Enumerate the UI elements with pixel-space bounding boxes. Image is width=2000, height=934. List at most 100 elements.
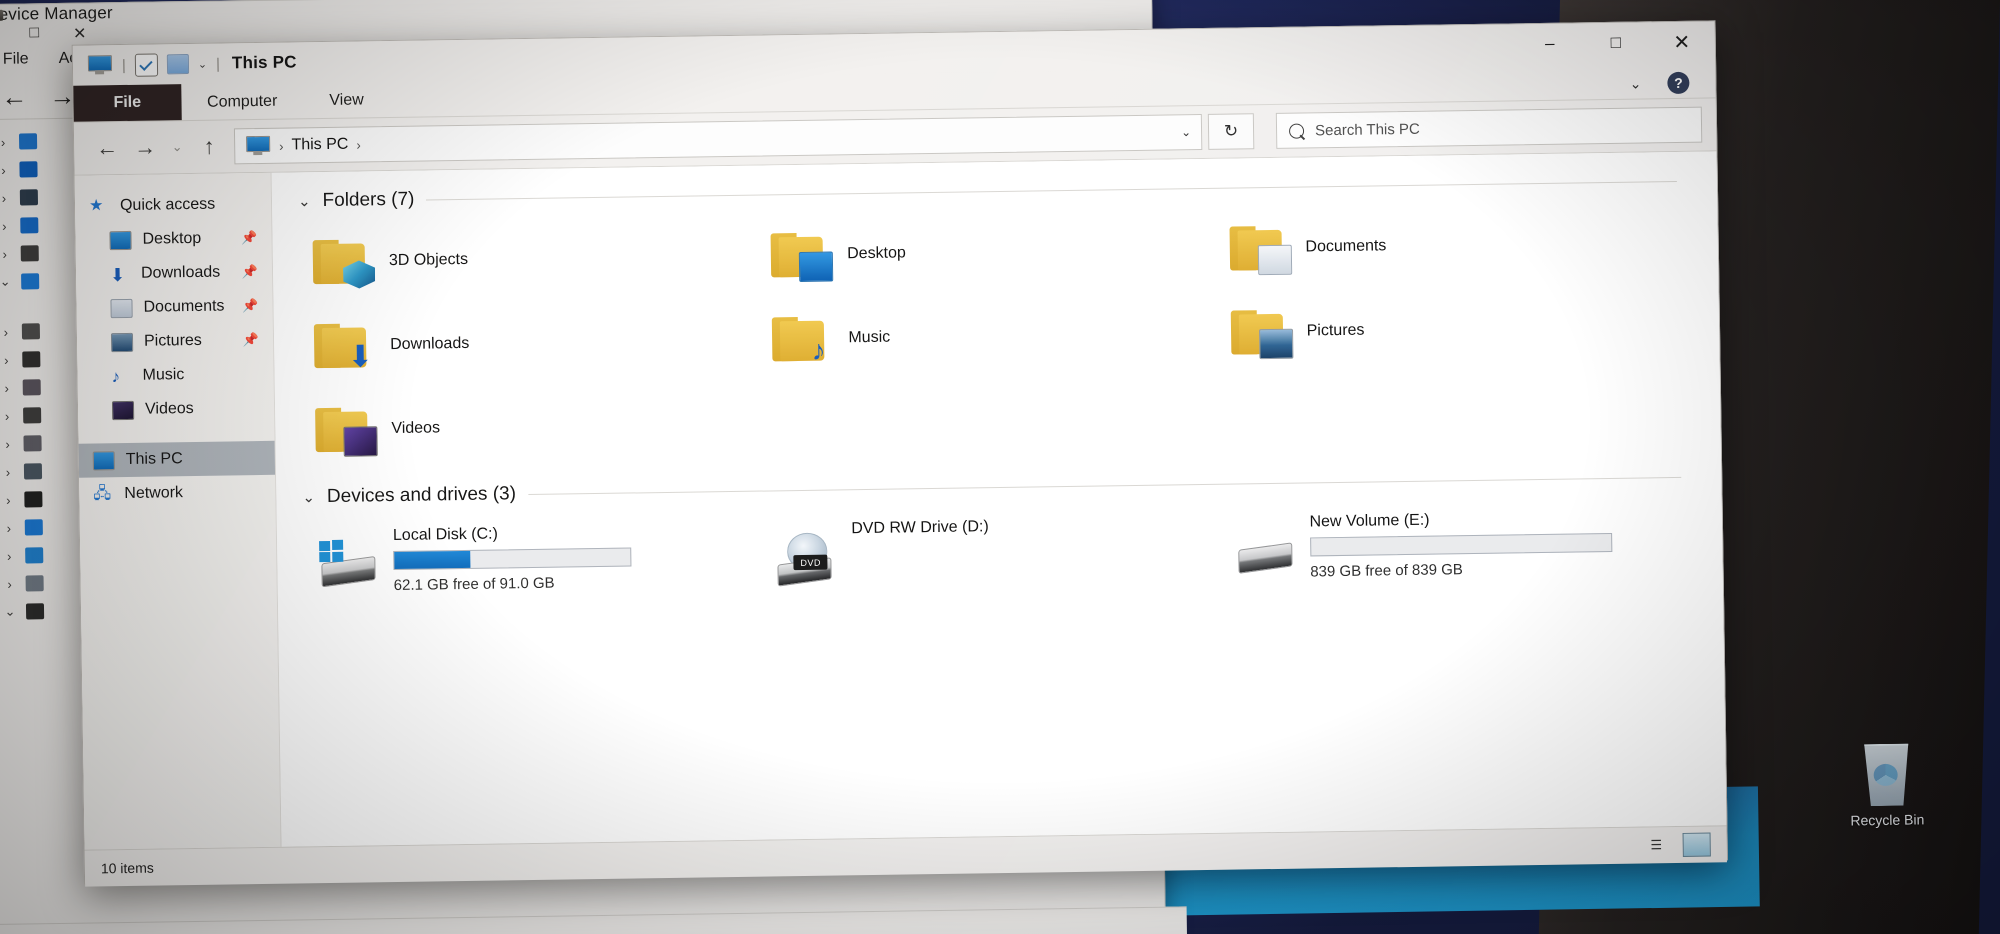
drive-tile[interactable]: DVD DVD RW Drive (D:) — [775, 511, 1234, 589]
chevron-icon[interactable]: › — [0, 380, 14, 395]
chevron-down-icon[interactable]: ⌄ — [198, 57, 207, 70]
chevron-icon[interactable]: › — [0, 190, 11, 205]
drive-tile[interactable]: New Volume (E:) 839 GB free of 839 GB — [1233, 504, 1692, 582]
maximize-button[interactable]: □ — [1583, 22, 1650, 63]
refresh-button[interactable]: ↻ — [1207, 113, 1255, 150]
tab-view[interactable]: View — [303, 83, 390, 118]
navigation-pane[interactable]: ★ Quick access Desktop 📌 ⬇ Downloads 📌 Document… — [74, 172, 282, 850]
explorer-window-buttons[interactable]: – □ ✕ — [1517, 21, 1716, 64]
folder-badge: ⬇ — [347, 340, 374, 374]
folder-badge: ♪ — [811, 334, 826, 366]
folder-tile[interactable]: ♪ Music — [772, 295, 1231, 378]
drive-info: DVD RW Drive (D:) — [851, 514, 989, 544]
sidebar-item-music[interactable]: ♪ Music — [77, 357, 273, 394]
view-mode-buttons[interactable]: ☰ — [1643, 832, 1711, 858]
breadcrumb[interactable]: › This PC › ⌄ — [233, 114, 1203, 165]
this-pc-icon[interactable] — [87, 55, 113, 75]
folder-tile-label: Videos — [391, 419, 441, 438]
tab-file[interactable]: File — [73, 84, 182, 122]
dm-menu-file[interactable]: File — [3, 50, 29, 68]
pin-icon[interactable]: 📌 — [242, 264, 258, 280]
chevron-icon[interactable]: › — [0, 408, 14, 423]
breadcrumb-separator-1: › — [279, 138, 284, 154]
breadcrumb-this-pc-icon — [245, 136, 271, 156]
back-button[interactable]: ← — [88, 129, 127, 168]
chevron-icon[interactable]: › — [0, 246, 12, 261]
chevron-icon[interactable]: ⌄ — [3, 604, 17, 620]
dm-device-icon — [25, 603, 45, 620]
up-button[interactable]: ↑ — [190, 127, 229, 166]
folder-downloads-icon: ⬇ — [313, 320, 375, 374]
sidebar-item-documents[interactable]: Documents 📌 — [76, 289, 272, 326]
new-folder-icon[interactable] — [166, 54, 190, 75]
dm-maximize-button[interactable]: □ — [29, 24, 39, 44]
dm-back-icon[interactable]: ← — [1, 81, 27, 111]
folder-tile[interactable]: Documents — [1229, 204, 1688, 287]
chevron-icon[interactable]: ⌄ — [0, 274, 12, 290]
folder-tile[interactable]: ⬇ Downloads — [313, 301, 773, 384]
chevron-icon[interactable]: › — [2, 548, 16, 563]
desktop-icon-recycle-bin[interactable]: Recycle Bin — [1826, 743, 1947, 829]
folder-videos-icon — [315, 404, 378, 457]
dm-device-icon — [21, 323, 41, 340]
minimize-button[interactable]: – — [1517, 23, 1584, 64]
chevron-icon[interactable]: › — [0, 324, 13, 339]
ribbon-right-controls[interactable]: ⌄ ? — [1630, 71, 1716, 98]
sidebar-item-desktop[interactable]: Desktop 📌 — [75, 221, 271, 258]
chevron-icon[interactable]: › — [0, 436, 14, 451]
chevron-icon[interactable]: › — [2, 520, 16, 535]
chevron-icon[interactable]: › — [1, 492, 15, 507]
pin-icon[interactable]: 📌 — [242, 298, 258, 314]
tab-computer[interactable]: Computer — [181, 84, 304, 120]
sidebar-item-this-pc[interactable]: This PC — [78, 440, 276, 478]
sidebar-item-label: Pictures — [143, 331, 202, 350]
drive-free-space: 62.1 GB free of 91.0 GB — [393, 574, 555, 595]
folders-collapse-icon[interactable]: ⌄ — [298, 192, 311, 210]
chevron-icon[interactable]: › — [0, 218, 11, 233]
file-explorer-window[interactable]: | ⌄ | This PC – □ ✕ File Computer View ⌄… — [71, 20, 1728, 887]
dm-device-icon — [24, 519, 43, 536]
quick-access-toolbar[interactable]: | ⌄ | — [87, 52, 220, 77]
devices-collapse-icon[interactable]: ⌄ — [302, 488, 315, 506]
dm-device-icon — [22, 351, 41, 368]
large-icons-view-button[interactable] — [1682, 832, 1711, 857]
details-view-button[interactable]: ☰ — [1643, 834, 1669, 856]
sidebar-item-label: Desktop — [142, 229, 202, 248]
forward-button[interactable]: → — [126, 128, 165, 167]
drive-tile[interactable]: Local Disk (C:) 62.1 GB free of 91.0 GB — [317, 517, 776, 595]
recent-locations-icon[interactable]: ⌄ — [164, 128, 191, 166]
sidebar-item-downloads[interactable]: ⬇ Downloads 📌 — [76, 255, 272, 292]
folder-tile[interactable]: Pictures — [1230, 288, 1689, 371]
folder-tile[interactable]: Desktop — [770, 211, 1230, 294]
breadcrumb-separator-2[interactable]: › — [356, 137, 361, 152]
chevron-icon[interactable]: › — [1, 464, 15, 479]
folder-tile[interactable]: 3D Objects — [312, 217, 771, 300]
chevron-icon[interactable]: › — [0, 134, 10, 149]
chevron-icon[interactable]: › — [0, 352, 13, 367]
pin-icon[interactable]: 📌 — [241, 230, 257, 246]
breadcrumb-item-this-pc[interactable]: This PC — [291, 136, 348, 155]
dm-close-button[interactable]: ✕ — [73, 24, 87, 44]
properties-icon[interactable] — [134, 52, 159, 77]
device-manager-status: 10 items — [0, 906, 1188, 934]
sidebar-item-pictures[interactable]: Pictures 📌 — [77, 323, 273, 360]
pin-icon[interactable]: 📌 — [243, 332, 259, 348]
dvd-drive-icon: DVD — [775, 532, 838, 587]
folders-group-title: Folders (7) — [322, 188, 415, 212]
folder-tile[interactable]: Videos — [315, 385, 774, 468]
search-input[interactable]: Search This PC — [1275, 106, 1703, 149]
chevron-icon[interactable]: › — [0, 162, 11, 177]
devices-grid[interactable]: Local Disk (C:) 62.1 GB free of 91.0 GB DV… — [303, 493, 1723, 595]
folders-grid[interactable]: 3D Objects Desktop Documents ⬇ Downloads ♪ Mus… — [298, 197, 1721, 468]
sidebar-item-network[interactable]: 🖧 Network — [79, 475, 275, 512]
dm-device-icon — [20, 217, 39, 234]
address-dropdown-icon[interactable]: ⌄ — [1181, 125, 1191, 139]
sidebar-item-label: Videos — [144, 399, 194, 418]
sidebar-item-videos[interactable]: Videos — [78, 391, 274, 428]
ribbon-expand-icon[interactable]: ⌄ — [1630, 75, 1642, 92]
chevron-icon[interactable]: › — [3, 576, 17, 591]
help-icon[interactable]: ? — [1667, 71, 1690, 95]
content-pane[interactable]: ⌄ Folders (7) 3D Objects Desktop Documents… — [271, 151, 1727, 847]
close-button[interactable]: ✕ — [1648, 21, 1715, 62]
sidebar-item-quick-access[interactable]: ★ Quick access — [75, 187, 271, 224]
